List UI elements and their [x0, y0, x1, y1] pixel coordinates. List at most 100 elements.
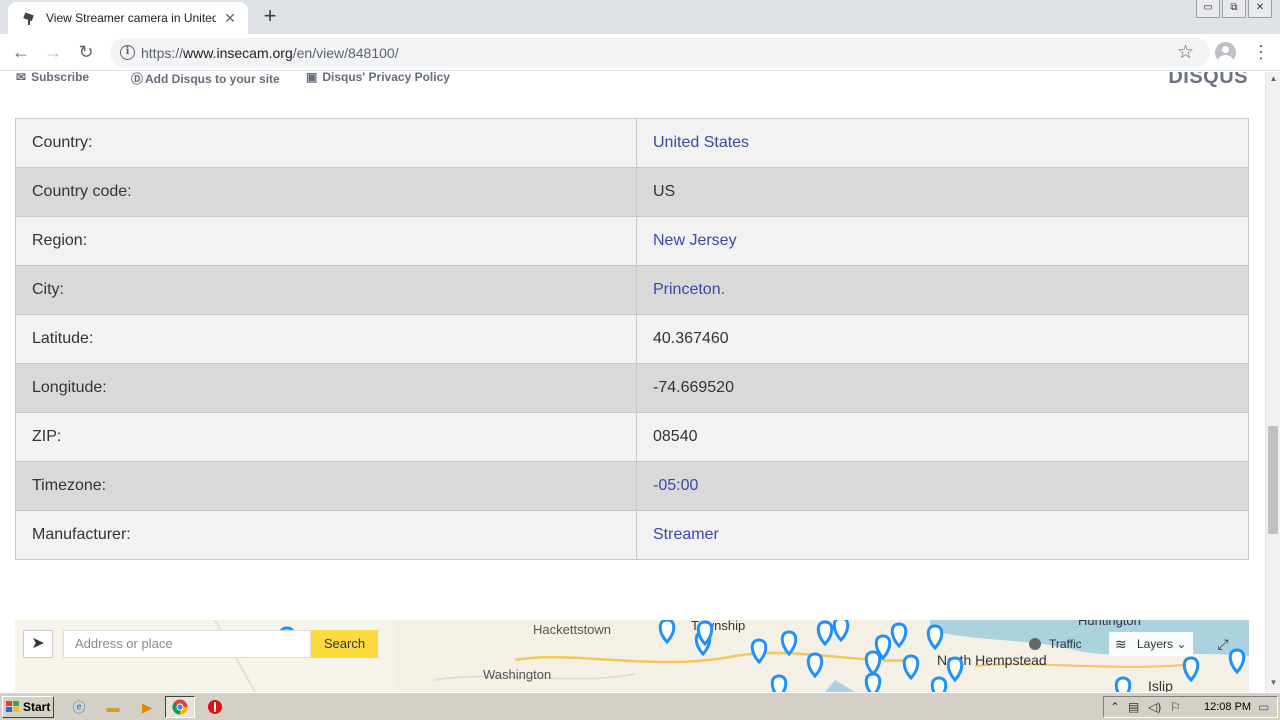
camera-marker-icon[interactable]: [902, 654, 920, 681]
site-info-icon[interactable]: i: [120, 45, 135, 60]
tab-strip: View Streamer camera in United States ✕ …: [0, 0, 1280, 34]
table-row: Country: United States: [15, 118, 1249, 168]
detail-label: Timezone:: [15, 461, 637, 511]
internet-explorer-icon[interactable]: ⓔ: [70, 699, 88, 717]
camera-marker-icon[interactable]: [864, 672, 882, 692]
flag-icon[interactable]: ⚐: [1170, 700, 1181, 714]
detail-value: US: [636, 167, 1249, 217]
stop-icon[interactable]: [206, 699, 224, 717]
forward-arrow-icon[interactable]: →: [41, 40, 65, 64]
detail-label: City:: [15, 265, 637, 315]
restore-button[interactable]: ⧉: [1222, 0, 1246, 18]
address-bar[interactable]: i https://www.insecam.org/en/view/848100…: [110, 38, 1210, 67]
detail-value-link[interactable]: Princeton.: [653, 281, 725, 298]
minimize-button[interactable]: ▭: [1196, 0, 1220, 18]
close-window-button[interactable]: ✕: [1248, 0, 1272, 18]
camera-marker-icon[interactable]: [780, 630, 798, 657]
table-row: Country code: US: [15, 167, 1249, 217]
detail-value: 08540: [636, 412, 1249, 462]
camera-details-table: Country: United States Country code: US Regi…: [15, 118, 1249, 560]
detail-value-cell: New Jersey: [636, 216, 1249, 266]
camera-marker-icon[interactable]: [926, 624, 944, 651]
map-search-button[interactable]: Search: [311, 630, 378, 658]
folder-icon[interactable]: ▬: [104, 699, 122, 717]
detail-label: Country code:: [15, 167, 637, 217]
page-scrollbar[interactable]: ▲ ▼: [1265, 72, 1280, 692]
back-arrow-icon[interactable]: ←: [9, 40, 33, 64]
bookmark-star-icon[interactable]: ☆: [1177, 41, 1194, 64]
camera-marker-icon[interactable]: [890, 622, 908, 649]
camera-marker-icon[interactable]: [1182, 656, 1200, 683]
disqus-logo[interactable]: DISQUS: [1168, 72, 1248, 89]
table-row: City: Princeton.: [15, 265, 1249, 315]
detail-value-link[interactable]: -05:00: [653, 477, 698, 494]
browser-tab[interactable]: View Streamer camera in United States ✕: [8, 2, 248, 34]
volume-icon[interactable]: ◁): [1148, 700, 1161, 714]
detail-value-link[interactable]: United States: [653, 134, 749, 151]
camera-marker-icon[interactable]: [816, 620, 834, 647]
traffic-toggle[interactable]: Traffic: [1025, 632, 1105, 656]
windows-logo-icon: [6, 701, 20, 713]
table-row: ZIP: 08540: [15, 412, 1249, 462]
table-row: Region: New Jersey: [15, 216, 1249, 266]
fullscreen-icon[interactable]: ⤢: [1211, 632, 1235, 656]
table-row: Timezone: -05:00: [15, 461, 1249, 511]
window-controls: ▭ ⧉ ✕: [1194, 0, 1272, 18]
chrome-icon: [172, 699, 188, 715]
camera-marker-icon[interactable]: [946, 656, 964, 683]
table-row: Longitude: -74.669520: [15, 363, 1249, 413]
browser-toolbar: ← → ↻ i https://www.insecam.org/en/view/…: [0, 34, 1280, 71]
start-button[interactable]: Start: [2, 696, 54, 718]
clock: 12:08 PM: [1204, 701, 1252, 713]
camera-map[interactable]: Hackettstown Washington North Hempstead …: [15, 620, 1249, 692]
detail-label: Longitude:: [15, 363, 637, 413]
tab-close-icon[interactable]: ✕: [222, 10, 238, 26]
detail-label: Manufacturer:: [15, 510, 637, 560]
camera-favicon-icon: [23, 12, 34, 25]
detail-label: Country:: [15, 118, 637, 168]
scroll-down-icon[interactable]: ▼: [1269, 678, 1278, 687]
detail-value-cell: -05:00: [636, 461, 1249, 511]
layers-icon: ≋: [1115, 636, 1127, 652]
scrollbar-thumb[interactable]: [1268, 426, 1278, 534]
detail-value-cell: Streamer: [636, 510, 1249, 560]
new-tab-button[interactable]: +: [258, 5, 282, 28]
camera-marker-icon[interactable]: [770, 674, 788, 692]
disqus-footer: ✉ Subscribe Ⓓ Add Disqus to your site ▣ …: [0, 72, 1265, 90]
camera-marker-icon[interactable]: [750, 638, 768, 665]
add-disqus-link[interactable]: Ⓓ Add Disqus to your site: [131, 72, 280, 87]
media-player-icon[interactable]: ▶: [138, 699, 156, 717]
detail-value-link[interactable]: New Jersey: [653, 232, 737, 249]
os-taskbar: Start ⓔ ▬ ▶ ⌃ ▤ ◁) ⚐ 12:08 PM ▭: [0, 692, 1280, 720]
page-viewport: ✉ Subscribe Ⓓ Add Disqus to your site ▣ …: [0, 72, 1265, 692]
privacy-policy-link[interactable]: ▣ Disqus' Privacy Policy: [306, 72, 450, 84]
address-search-input[interactable]: Address or place: [63, 630, 311, 658]
camera-marker-icon[interactable]: [832, 620, 850, 643]
reload-icon[interactable]: ↻: [74, 40, 98, 64]
lock-icon: ▣: [306, 72, 318, 84]
profile-avatar-icon[interactable]: [1215, 42, 1236, 63]
tab-title: View Streamer camera in United States: [46, 11, 216, 25]
envelope-icon: ✉: [16, 72, 27, 84]
detail-value: 40.367460: [636, 314, 1249, 364]
subscribe-link[interactable]: ✉ Subscribe: [16, 72, 89, 84]
camera-marker-icon[interactable]: [658, 620, 676, 645]
camera-marker-icon[interactable]: [1114, 676, 1132, 692]
locate-me-button[interactable]: ➤: [23, 630, 53, 658]
detail-value-link[interactable]: Streamer: [653, 526, 719, 543]
table-row: Latitude: 40.367460: [15, 314, 1249, 364]
show-desktop-icon[interactable]: ▭: [1258, 700, 1269, 714]
url-text[interactable]: https://www.insecam.org/en/view/848100/: [141, 45, 399, 61]
detail-label: ZIP:: [15, 412, 637, 462]
chrome-taskbar-button[interactable]: [165, 696, 195, 718]
tray-expand-icon[interactable]: ⌃: [1110, 700, 1120, 714]
camera-marker-icon[interactable]: [864, 650, 882, 677]
scroll-up-icon[interactable]: ▲: [1269, 74, 1278, 83]
camera-marker-icon[interactable]: [930, 676, 948, 692]
browser-menu-icon[interactable]: ⋮: [1252, 41, 1270, 63]
detail-value: -74.669520: [636, 363, 1249, 413]
network-icon[interactable]: ▤: [1128, 700, 1139, 714]
layers-button[interactable]: ≋ Layers ⌄: [1109, 632, 1193, 656]
table-row: Manufacturer: Streamer: [15, 510, 1249, 560]
camera-marker-icon[interactable]: [806, 652, 824, 679]
